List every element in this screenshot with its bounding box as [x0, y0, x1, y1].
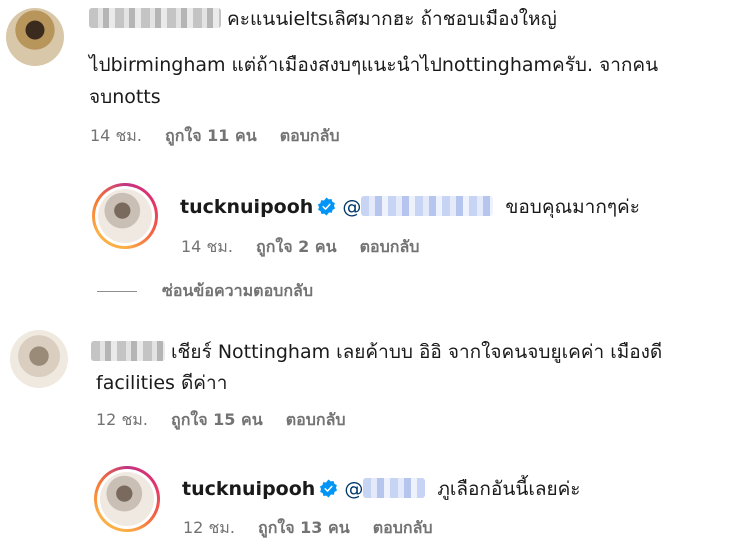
- commenter-avatar[interactable]: [6, 8, 64, 66]
- reply-button[interactable]: ตอบกลับ: [280, 126, 340, 145]
- comment-text-line: facilities ดีค่าา: [96, 372, 228, 394]
- reply-likes[interactable]: ถูกใจ 13 คน: [258, 518, 350, 537]
- comment-text-line: เชียร์ Nottingham เลยค้าบบ อิอิ จากใจคนจ…: [171, 341, 663, 363]
- reply-avatar[interactable]: [92, 183, 158, 249]
- comment-time[interactable]: 14 ชม.: [90, 126, 142, 145]
- hide-replies-button[interactable]: ซ่อนข้อความตอบกลับ: [162, 280, 313, 302]
- comment-meta: 14 ชม. ถูกใจ 11 คน ตอบกลับ: [90, 125, 358, 147]
- comment-text-line: คะแนนieltsเลิศมากฮะ ถ้าชอบเมืองใหญ่: [227, 8, 557, 30]
- reply-button[interactable]: ตอบกลับ: [360, 237, 420, 256]
- mention-at: @: [344, 478, 364, 500]
- comment-text-line: จบnotts: [89, 86, 161, 108]
- reply-time[interactable]: 12 ชม.: [183, 518, 235, 537]
- reply-likes[interactable]: ถูกใจ 2 คน: [256, 237, 336, 256]
- reply-message: ขอบคุณมากๆค่ะ: [505, 196, 640, 218]
- redacted-mention: [361, 196, 494, 216]
- reply-button[interactable]: ตอบกลับ: [286, 410, 346, 429]
- reply-username[interactable]: tucknuipooh: [182, 478, 315, 500]
- reply-message: ภูเลือกอันนี้เลยค่ะ: [437, 478, 581, 500]
- reply-meta: 12 ชม. ถูกใจ 13 คน ตอบกลับ: [183, 517, 451, 539]
- redacted-username: [89, 8, 221, 28]
- commenter-avatar[interactable]: [10, 330, 68, 388]
- comment-text: เชียร์ Nottingham เลยค้าบบ อิอิ จากใจคนจ…: [91, 337, 662, 367]
- mention-at: @: [342, 196, 362, 218]
- comment-meta: 12 ชม. ถูกใจ 15 คน ตอบกลับ: [96, 409, 364, 431]
- comment-text: คะแนนieltsเลิศมากฮะ ถ้าชอบเมืองใหญ่: [89, 4, 557, 34]
- reply-text: tucknuipooh @ ภูเลือกอันนี้เลยค่ะ: [182, 474, 581, 504]
- redacted-username: [91, 341, 165, 361]
- comment-likes[interactable]: ถูกใจ 15 คน: [171, 410, 263, 429]
- reply-button[interactable]: ตอบกลับ: [373, 518, 433, 537]
- reply-text: tucknuipooh @ ขอบคุณมากๆค่ะ: [180, 192, 640, 222]
- avatar-photo: [100, 472, 154, 526]
- mention-link[interactable]: @: [342, 196, 494, 218]
- avatar-photo: [98, 189, 152, 243]
- hide-replies-line: [97, 291, 137, 292]
- avatar-photo: [6, 8, 64, 66]
- comment-time[interactable]: 12 ชม.: [96, 410, 148, 429]
- avatar-ring-inner: [95, 186, 155, 246]
- verified-badge-icon: [320, 479, 338, 498]
- verified-badge-icon: [318, 197, 336, 216]
- reply-meta: 14 ชม. ถูกใจ 2 คน ตอบกลับ: [181, 236, 437, 258]
- reply-avatar[interactable]: [94, 466, 160, 532]
- comment-text-line: ไปbirmingham แต่ถ้าเมืองสงบๆแนะนำไปnotti…: [89, 54, 659, 76]
- avatar-ring-inner: [97, 469, 157, 529]
- avatar-photo: [10, 330, 68, 388]
- reply-username[interactable]: tucknuipooh: [180, 196, 313, 218]
- mention-link[interactable]: @: [344, 478, 426, 500]
- redacted-mention: [363, 478, 426, 498]
- comment-likes[interactable]: ถูกใจ 11 คน: [165, 126, 257, 145]
- reply-time[interactable]: 14 ชม.: [181, 237, 233, 256]
